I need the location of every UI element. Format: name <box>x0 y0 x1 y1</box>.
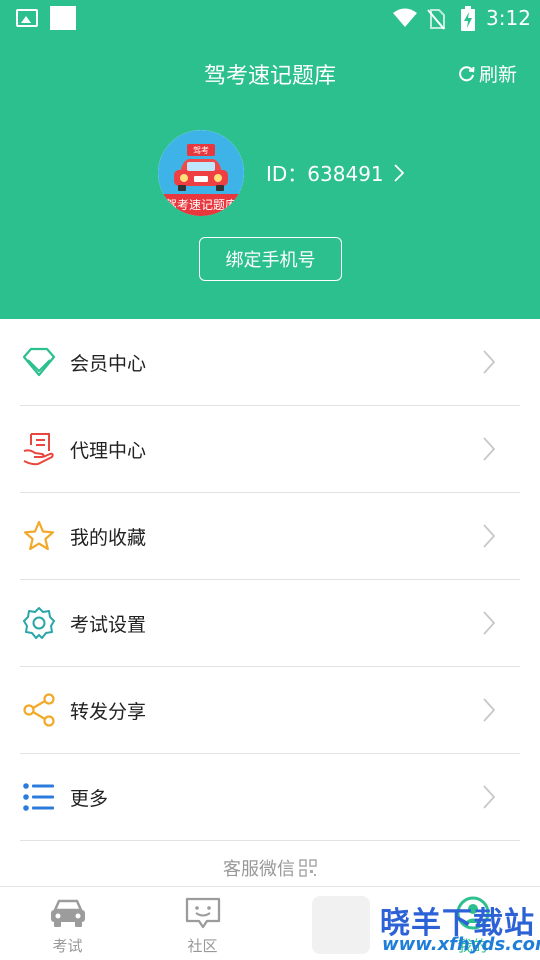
qr-code-icon <box>299 859 317 877</box>
wifi-icon <box>393 8 417 27</box>
status-bar: 3:12 <box>0 0 540 40</box>
avatar-sign-text: 驾考 <box>193 145 209 155</box>
chevron-right-icon <box>483 611 496 635</box>
refresh-icon <box>459 65 475 81</box>
menu-item-label: 考试设置 <box>70 613 147 636</box>
menu-item-exam-settings[interactable]: 考试设置 <box>20 580 520 667</box>
battery-charging-icon <box>461 6 475 31</box>
menu-item-share[interactable]: 转发分享 <box>20 667 520 754</box>
tab-mine[interactable]: 我的 <box>405 887 540 960</box>
refresh-label: 刷新 <box>479 64 518 86</box>
gear-icon <box>21 605 57 641</box>
chevron-right-icon <box>483 785 496 809</box>
tab-label: 考试 <box>52 937 83 955</box>
bind-phone-button[interactable]: 绑定手机号 <box>199 237 342 281</box>
star-icon <box>21 518 57 554</box>
menu-item-label: 我的收藏 <box>70 526 147 549</box>
refresh-button[interactable]: 刷新 <box>458 60 517 87</box>
menu-item-agent-center[interactable]: 代理中心 <box>20 406 520 493</box>
list-icon <box>21 779 57 815</box>
no-sim-icon <box>427 9 445 30</box>
chevron-right-icon <box>483 437 496 461</box>
user-id-link[interactable]: ID：638491 <box>266 158 404 187</box>
menu-item-more[interactable]: 更多 <box>20 754 520 841</box>
chevron-right-icon <box>483 524 496 548</box>
share-icon <box>21 692 57 728</box>
customer-service-wechat[interactable]: 客服微信 <box>0 855 540 881</box>
tab-sheep[interactable] <box>270 887 405 960</box>
menu-item-label: 转发分享 <box>70 700 147 723</box>
profile-header: 3:12 驾考速记题库 刷新 驾考 驾考速记题库 ID：638491 绑定手机号 <box>0 0 540 319</box>
chevron-right-icon <box>483 350 496 374</box>
menu-list: 会员中心 代理中心 我的收藏 考试设置 转发分享 更多 <box>0 319 540 841</box>
menu-item-vip-center[interactable]: 会员中心 <box>20 319 520 406</box>
tab-exam[interactable]: 考试 <box>0 887 135 960</box>
bottom-tab-bar: 考试 社区 我的 <box>0 886 540 960</box>
image-notification-icon <box>16 9 38 27</box>
profile-icon <box>455 895 491 931</box>
menu-item-label: 更多 <box>70 787 109 810</box>
sheep-icon <box>319 895 357 931</box>
agent-icon <box>21 431 57 467</box>
wechat-label: 客服微信 <box>223 859 295 880</box>
tab-label: 社区 <box>187 937 218 955</box>
chat-icon <box>185 895 221 931</box>
car-logo-icon: 驾考 驾考速记题库 <box>158 130 244 216</box>
user-id-label: ID：638491 <box>266 162 384 186</box>
car-icon <box>48 895 88 931</box>
chevron-right-icon <box>483 698 496 722</box>
avatar-banner-text: 驾考速记题库 <box>165 197 237 212</box>
diamond-icon <box>21 344 57 380</box>
tab-community[interactable]: 社区 <box>135 887 270 960</box>
chevron-right-icon <box>394 163 404 182</box>
menu-item-favorites[interactable]: 我的收藏 <box>20 493 520 580</box>
avatar[interactable]: 驾考 驾考速记题库 <box>158 130 244 216</box>
status-time: 3:12 <box>486 6 531 30</box>
notification-square-icon <box>50 6 76 30</box>
tab-label: 我的 <box>457 937 488 955</box>
menu-item-label: 代理中心 <box>70 439 147 462</box>
menu-item-label: 会员中心 <box>70 352 147 375</box>
